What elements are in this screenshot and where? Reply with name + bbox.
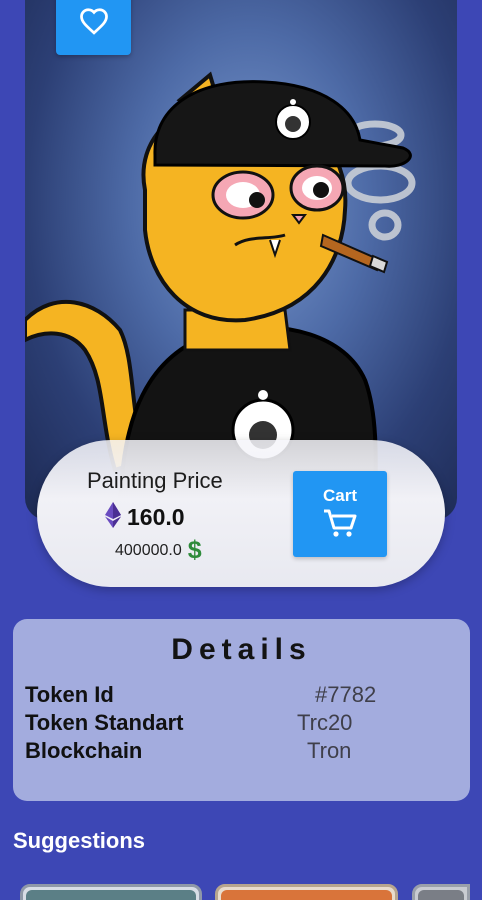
suggestion-thumbnail xyxy=(26,890,196,900)
detail-row-token-id: Token Id #7782 xyxy=(25,682,465,708)
add-to-cart-button[interactable]: Cart xyxy=(293,471,387,557)
detail-label: Blockchain xyxy=(25,738,143,763)
price-card: Painting Price 160.0 400000.0 $ Cart xyxy=(37,440,445,587)
suggestion-card[interactable] xyxy=(412,884,470,900)
heart-outline-icon xyxy=(79,7,109,40)
usd-price-value: 400000.0 xyxy=(115,541,182,559)
suggestion-thumbnail xyxy=(221,890,392,900)
eth-price-row: 160.0 xyxy=(105,502,185,533)
detail-label: Token Standart xyxy=(25,710,184,735)
detail-row-blockchain: Blockchain Tron xyxy=(25,738,465,764)
details-card: Details Token Id #7782 Token Standart Tr… xyxy=(13,619,470,801)
detail-label: Token Id xyxy=(25,682,114,707)
detail-value: Tron xyxy=(307,738,352,763)
eth-price-value: 160.0 xyxy=(127,504,185,530)
cart-plus-icon xyxy=(323,508,357,543)
cart-button-label: Cart xyxy=(322,485,357,505)
suggestion-thumbnail xyxy=(418,890,464,900)
suggestion-card[interactable] xyxy=(215,884,398,900)
detail-value: #7782 xyxy=(315,682,377,707)
detail-value: Trc20 xyxy=(297,710,353,735)
details-title: Details xyxy=(171,633,312,666)
ethereum-icon xyxy=(105,502,121,533)
price-title: Painting Price xyxy=(87,468,223,493)
detail-row-token-standard: Token Standart Trc20 xyxy=(25,710,465,736)
dollar-icon: $ xyxy=(187,536,202,564)
nft-detail-screen: Painting Price 160.0 400000.0 $ Cart Det… xyxy=(0,0,482,900)
suggestion-card[interactable] xyxy=(20,884,202,900)
usd-price-row: 400000.0 $ xyxy=(115,536,202,565)
suggestions-title: Suggestions xyxy=(13,828,146,853)
favorite-button[interactable] xyxy=(56,0,131,55)
